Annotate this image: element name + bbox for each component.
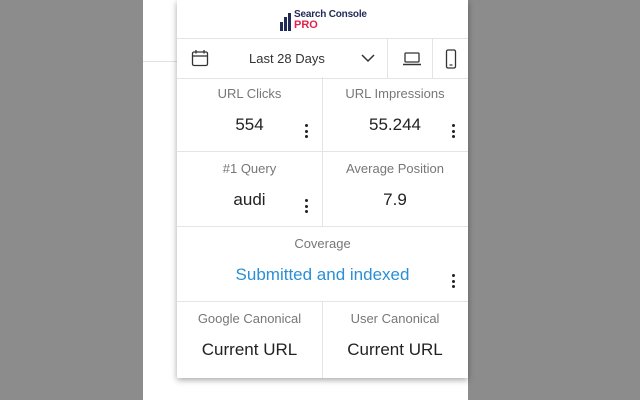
date-range-select[interactable]: Last 28 Days: [227, 39, 417, 78]
grid-divider: [322, 302, 323, 378]
url-clicks-value: 554: [235, 115, 264, 134]
extension-popup: Search Console PRO Last 28 Days URL Clic…: [177, 0, 468, 378]
toolbar: Last 28 Days: [177, 38, 468, 79]
more-options-icon[interactable]: [451, 124, 455, 138]
user-canonical-value: Current URL: [347, 340, 443, 359]
calendar-icon[interactable]: [191, 49, 209, 67]
brand-badge: PRO: [294, 19, 318, 31]
coverage-card: Coverage Submitted and indexed: [177, 227, 468, 302]
top-query-card: #1 Query audi: [177, 152, 322, 227]
url-impressions-label: URL Impressions: [345, 86, 445, 101]
more-options-icon[interactable]: [451, 274, 455, 288]
more-options-icon[interactable]: [304, 199, 308, 213]
top-query-label: #1 Query: [222, 161, 277, 176]
user-canonical-label: User Canonical: [350, 311, 440, 326]
user-canonical-card: User Canonical Current URL: [322, 302, 468, 378]
toolbar-separator: [387, 39, 388, 78]
laptop-icon[interactable]: [402, 51, 422, 67]
more-options-icon[interactable]: [304, 124, 308, 138]
average-position-value: 7.9: [383, 190, 407, 209]
grid-divider: [322, 77, 323, 227]
top-query-value: audi: [233, 190, 266, 209]
google-canonical-card: Google Canonical Current URL: [177, 302, 322, 378]
url-impressions-value: 55.244: [369, 115, 421, 134]
logo-bars-icon: [280, 13, 292, 31]
phone-icon[interactable]: [445, 49, 457, 69]
google-canonical-label: Google Canonical: [197, 311, 302, 326]
date-range-label: Last 28 Days: [249, 51, 325, 66]
page-divider: [143, 61, 177, 62]
url-clicks-label: URL Clicks: [217, 86, 282, 101]
google-canonical-value: Current URL: [201, 340, 298, 359]
brand-logo: Search Console PRO: [280, 10, 367, 32]
average-position-card: Average Position 7.9: [322, 152, 468, 227]
toolbar-separator: [432, 39, 433, 78]
coverage-value: Submitted and indexed: [235, 265, 410, 284]
coverage-label: Coverage: [294, 236, 351, 251]
url-impressions-card: URL Impressions 55.244: [322, 77, 468, 152]
chevron-down-icon: [361, 54, 375, 63]
average-position-label: Average Position: [345, 161, 445, 176]
url-clicks-card: URL Clicks 554: [177, 77, 322, 152]
